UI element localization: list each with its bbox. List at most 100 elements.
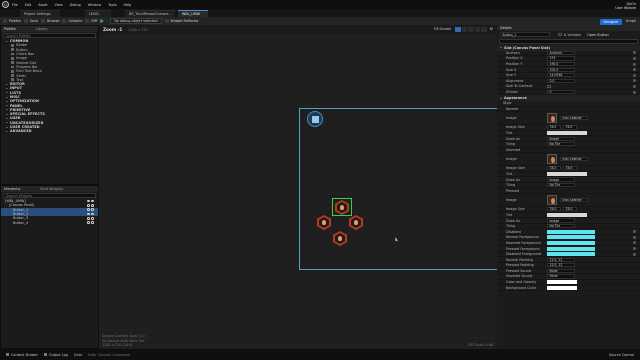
reset-arrow-icon[interactable]: [633, 62, 636, 66]
menu-debug[interactable]: Debug: [70, 3, 81, 7]
image-thumbnail-icon[interactable]: [547, 195, 557, 206]
menu-window[interactable]: Window: [88, 3, 101, 7]
menu-edit[interactable]: Edit: [25, 3, 32, 7]
image-asset-dropdown[interactable]: Icon Leather: [560, 157, 588, 162]
output-log-button[interactable]: Output Log: [43, 353, 68, 357]
eye-icon[interactable]: [87, 204, 90, 207]
detail-row-value[interactable]: None: [547, 274, 575, 279]
reset-arrow-icon[interactable]: [633, 247, 636, 251]
slot-row-value[interactable]: 0.0: [547, 78, 575, 83]
tab-wbl-umw[interactable]: WBL_UMW: [178, 10, 208, 17]
color-opacity-swatch[interactable]: [547, 280, 577, 285]
slot-row-checkbox[interactable]: [547, 84, 551, 89]
slot-row-value[interactable]: 374: [547, 56, 575, 61]
tint-swatch[interactable]: [547, 131, 587, 136]
eye-icon[interactable]: [87, 199, 90, 203]
menu-help[interactable]: Help: [123, 3, 131, 7]
widget-name-field[interactable]: Button_1: [500, 32, 550, 37]
image-asset-dropdown[interactable]: Icon Leather: [560, 197, 588, 203]
image-size-x[interactable]: 78.0: [547, 207, 561, 212]
reset-arrow-icon[interactable]: [633, 252, 636, 256]
details-search-input[interactable]: [499, 39, 638, 44]
menu-view[interactable]: View: [55, 3, 63, 7]
slot-row-value[interactable]: 0: [547, 89, 575, 95]
color-swatch[interactable]: [547, 246, 595, 251]
grid-snap-icon[interactable]: [468, 26, 474, 32]
color-swatch[interactable]: [547, 240, 595, 245]
tab-level[interactable]: LEVEL: [85, 10, 111, 17]
tiling-dropdown[interactable]: No Tile: [547, 142, 575, 147]
source-control-button[interactable]: Source Control: [609, 353, 634, 357]
zoom-fit-icon[interactable]: [481, 26, 487, 32]
browse-button[interactable]: Browse: [41, 19, 59, 23]
open-button-link[interactable]: Open Button: [587, 33, 609, 37]
detail-row-value[interactable]: 12.0, 12: [547, 263, 575, 268]
canvas-panel-frame[interactable]: [299, 108, 497, 270]
palette-search-input[interactable]: Search Palette: [3, 33, 96, 38]
image-size-y[interactable]: 78.0: [563, 166, 577, 171]
move-tool-icon[interactable]: [461, 26, 468, 32]
unreal-logo-icon[interactable]: U: [2, 1, 9, 8]
color-swatch[interactable]: [547, 229, 595, 234]
hierarchy-item[interactable]: Button_4: [1, 220, 98, 225]
color-swatch[interactable]: [547, 252, 595, 257]
diff-button[interactable]: Diff: [85, 19, 97, 23]
tint-swatch[interactable]: [547, 171, 587, 176]
image-size-y[interactable]: 78.0: [563, 125, 577, 130]
draw-as-dropdown[interactable]: Image: [547, 218, 575, 223]
lock-icon[interactable]: [91, 212, 94, 216]
visibility-toggle[interactable]: [86, 204, 94, 207]
slot-row-value[interactable]: 100.0: [547, 67, 575, 72]
menu-asset[interactable]: Asset: [38, 3, 47, 7]
visibility-toggle[interactable]: [86, 199, 94, 203]
visibility-toggle[interactable]: [86, 208, 94, 212]
image-size-x[interactable]: 78.0: [547, 166, 561, 171]
widget-reflector-button[interactable]: Widget Reflector: [164, 19, 199, 23]
reset-arrow-icon[interactable]: [633, 51, 636, 55]
draw-as-dropdown[interactable]: Image: [547, 177, 575, 182]
visibility-toggle[interactable]: [86, 221, 94, 224]
lock-icon[interactable]: [91, 208, 94, 212]
image-thumbnail-icon[interactable]: [547, 154, 557, 165]
background-color-swatch[interactable]: [547, 285, 577, 290]
detail-row-value[interactable]: None: [547, 268, 575, 273]
tab-project-settings[interactable]: Project Settings: [20, 10, 60, 17]
save-button[interactable]: Save: [23, 19, 38, 23]
image-thumbnail-icon[interactable]: [547, 113, 557, 124]
palette-toolbar-button[interactable]: Palette: [3, 19, 21, 23]
designer-mode-button[interactable]: Designer: [600, 18, 622, 25]
eye-icon[interactable]: [87, 208, 90, 212]
viewport-mode-label[interactable]: Fill Screen: [434, 27, 451, 31]
designer-viewport[interactable]: Zoom -1 1280 x 720 Fill Screen Rl Device…: [99, 25, 497, 349]
lock-icon[interactable]: [91, 221, 94, 224]
draw-as-dropdown[interactable]: Image: [547, 136, 575, 141]
slot-row-value[interactable]: 14.0938: [547, 73, 575, 78]
debug-object-dropdown[interactable]: No debug object selected: [110, 18, 162, 24]
play-button[interactable]: [100, 19, 106, 23]
image-size-y[interactable]: 78.0: [563, 207, 577, 212]
eye-icon[interactable]: [87, 217, 90, 220]
lock-icon[interactable]: [91, 199, 94, 203]
image-asset-dropdown[interactable]: Icon Leather: [560, 116, 588, 121]
reset-arrow-icon[interactable]: [633, 84, 636, 88]
reset-arrow-icon[interactable]: [633, 90, 636, 94]
eye-icon[interactable]: [87, 212, 90, 216]
reset-arrow-icon[interactable]: [633, 79, 636, 83]
compile-button[interactable]: Compile: [62, 19, 82, 23]
reset-arrow-icon[interactable]: [633, 241, 636, 245]
menu-tools[interactable]: Tools: [108, 3, 116, 7]
tint-swatch[interactable]: [547, 212, 587, 217]
resolution-button[interactable]: Rl: [490, 27, 493, 31]
cmd-dropdown[interactable]: Cmd: [74, 353, 82, 357]
slot-row-value[interactable]: Anchors: [547, 50, 575, 55]
menu-file[interactable]: File: [12, 3, 18, 7]
palette-category[interactable]: ADVANCED: [1, 129, 98, 133]
reset-arrow-icon[interactable]: [633, 230, 636, 234]
graph-mode-button[interactable]: Graph: [626, 19, 636, 23]
image-size-x[interactable]: 78.0: [547, 125, 561, 130]
lock-icon[interactable]: [91, 204, 94, 207]
select-tool-icon[interactable]: [455, 26, 461, 32]
library-tab[interactable]: Library: [36, 27, 48, 31]
eye-icon[interactable]: [87, 221, 90, 224]
hierarchy-search-input[interactable]: Search Widgets: [3, 193, 96, 198]
